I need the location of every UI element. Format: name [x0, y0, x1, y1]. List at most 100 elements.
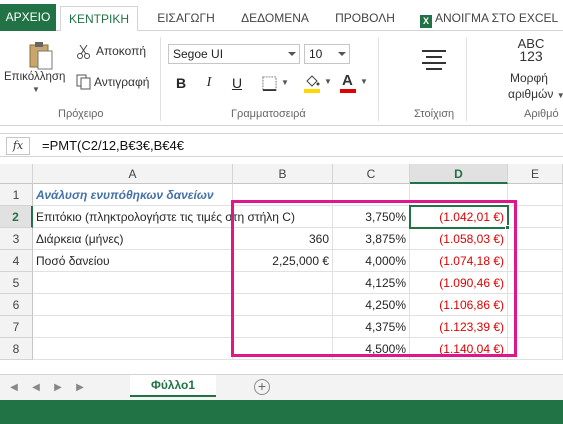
grid-cell[interactable]: [508, 338, 563, 360]
grid-cell[interactable]: [508, 206, 563, 228]
grid-cell[interactable]: [233, 316, 333, 338]
font-name-select[interactable]: Segoe UI: [168, 44, 300, 64]
grid-cell[interactable]: [508, 228, 563, 250]
borders-icon: [262, 76, 277, 91]
grid-cell[interactable]: [233, 294, 333, 316]
cell-c4[interactable]: 4,000%: [333, 250, 410, 272]
column-header-e[interactable]: E: [508, 164, 563, 184]
first-sheet-arrow-icon[interactable]: ◀: [8, 381, 20, 395]
font-group-label: Γραμματοσειρά: [231, 108, 306, 120]
next-sheet-arrow-icon[interactable]: ▶: [52, 381, 64, 395]
cell-c3[interactable]: 3,875%: [333, 228, 410, 250]
column-header-a[interactable]: A: [33, 164, 233, 184]
row-header-5[interactable]: 5: [0, 272, 33, 294]
cut-button[interactable]: Αποκοπή: [76, 43, 150, 61]
tab-home[interactable]: ΚΕΝΤΡΙΚΗ: [60, 6, 138, 32]
fx-icon[interactable]: fx: [6, 137, 30, 155]
copy-icon: [76, 74, 91, 90]
row-header-2[interactable]: 2: [0, 206, 33, 228]
cell-c5[interactable]: 4,125%: [333, 272, 410, 294]
cell-a1[interactable]: Ανάλυση ενυπόθηκων δανείων: [33, 184, 233, 206]
grid-cell[interactable]: [33, 316, 233, 338]
grid-cell[interactable]: [508, 294, 563, 316]
grid-cell[interactable]: [410, 184, 508, 206]
row-header-1[interactable]: 1: [0, 184, 33, 206]
clipboard-group-label: Πρόχειρο: [58, 108, 104, 120]
cell-d5[interactable]: (1.090,46 €): [410, 272, 508, 294]
excel-icon: X: [420, 15, 432, 28]
row-header-3[interactable]: 3: [0, 228, 33, 250]
grid-cell[interactable]: [33, 294, 233, 316]
fill-color-button[interactable]: ▼: [304, 73, 334, 95]
font-size-select[interactable]: 10: [304, 44, 350, 64]
align-center-icon: [422, 50, 446, 70]
grid-cell[interactable]: [508, 272, 563, 294]
cell-a3[interactable]: Διάρκεια (μήνες): [33, 228, 233, 250]
row-header-7[interactable]: 7: [0, 316, 33, 338]
copy-button[interactable]: Αντιγραφή: [76, 73, 156, 91]
number-group-label: Αριθμό: [524, 108, 559, 120]
previous-sheet-arrow-icon[interactable]: ◀: [30, 381, 42, 395]
grid-cell[interactable]: [508, 316, 563, 338]
cell-c6[interactable]: 4,250%: [333, 294, 410, 316]
cell-c8[interactable]: 4,500%: [333, 338, 410, 360]
grid-cell[interactable]: [233, 272, 333, 294]
fill-handle[interactable]: [505, 225, 510, 230]
paste-label: Επικόλληση: [4, 71, 66, 83]
grid-cell[interactable]: [233, 338, 333, 360]
formula-bar: fx =PMT(C2/12,B€3€,B€4€: [0, 133, 563, 157]
tab-file[interactable]: ΑΡΧΕΙΟ: [0, 4, 56, 31]
sheet-tab-active[interactable]: Φύλλο1: [130, 375, 216, 397]
number-format-label-2: αριθμών ▼: [508, 87, 563, 101]
row-header-6[interactable]: 6: [0, 294, 33, 316]
row-header-4[interactable]: 4: [0, 250, 33, 272]
font-name-value: Segoe UI: [173, 47, 224, 61]
underline-button[interactable]: U: [228, 73, 246, 93]
number-format-button[interactable]: ABC 123 Μορφή αριθμών ▼: [500, 35, 563, 105]
cell-b3[interactable]: 360: [233, 228, 333, 250]
ribbon-tab-bar: ΑΡΧΕΙΟ ΚΕΝΤΡΙΚΗ ΕΙΣΑΓΩΓΗ ΔΕΔΟΜΕΝΑ ΠΡΟΒΟΛ…: [0, 0, 563, 32]
column-header-c[interactable]: C: [333, 164, 410, 184]
cut-label: Αποκοπή: [96, 44, 147, 58]
cell-b4[interactable]: 2,25,000 €: [233, 250, 333, 272]
cell-d8[interactable]: (1.140,04 €): [410, 338, 508, 360]
grid-cell[interactable]: [33, 272, 233, 294]
cell-d3[interactable]: (1.058,03 €): [410, 228, 508, 250]
row-header-8[interactable]: 8: [0, 338, 33, 360]
cell-c7[interactable]: 4,375%: [333, 316, 410, 338]
grid-cell[interactable]: [333, 184, 410, 206]
scissors-icon: [77, 44, 90, 59]
grid-cell[interactable]: [508, 250, 563, 272]
italic-button[interactable]: I: [200, 73, 218, 93]
grid-cell[interactable]: [233, 184, 333, 206]
borders-button[interactable]: ▼: [262, 75, 292, 93]
last-sheet-arrow-icon[interactable]: ▶: [74, 381, 86, 395]
cell-d4[interactable]: (1.074,18 €): [410, 250, 508, 272]
paste-button[interactable]: Επικόλληση ▼: [4, 35, 66, 97]
grid-cell[interactable]: [508, 184, 563, 206]
alignment-button[interactable]: [414, 43, 454, 83]
open-in-excel-button[interactable]: X ΑΝΟΙΓΜΑ ΣΤΟ EXCEL: [420, 6, 560, 31]
chevron-down-icon: ▼: [324, 77, 332, 86]
paint-bucket-icon: [306, 75, 320, 87]
tab-insert[interactable]: ΕΙΣΑΓΩΓΗ: [150, 6, 222, 31]
font-color-button[interactable]: A ▼: [340, 72, 370, 95]
bold-button[interactable]: B: [172, 73, 190, 93]
formula-input[interactable]: =PMT(C2/12,B€3€,B€4€: [42, 138, 184, 153]
tab-view[interactable]: ΠΡΟΒΟΛΗ: [330, 6, 400, 31]
column-header-b[interactable]: B: [233, 164, 333, 184]
cell-c2[interactable]: 3,750%: [333, 206, 410, 228]
chevron-down-icon: ▼: [281, 78, 289, 87]
cell-a4[interactable]: Ποσό δανείου: [33, 250, 233, 272]
fill-color-swatch: [304, 89, 320, 93]
column-header-d[interactable]: D: [410, 164, 508, 184]
cell-d7[interactable]: (1.123,39 €): [410, 316, 508, 338]
ribbon: Επικόλληση ▼ Αποκοπή Αντιγραφή Πρόχειρο …: [0, 31, 563, 126]
grid-cell[interactable]: [33, 338, 233, 360]
select-all-corner[interactable]: [0, 164, 33, 184]
cell-a2[interactable]: Επιτόκιο (πληκτρολογήστε τις τιμές στη σ…: [33, 206, 295, 228]
add-sheet-icon[interactable]: +: [254, 379, 270, 395]
tab-data[interactable]: ΔΕΔΟΜΕΝΑ: [236, 6, 314, 31]
cell-d6[interactable]: (1.106,86 €): [410, 294, 508, 316]
cell-d2[interactable]: (1.042,01 €): [410, 206, 508, 228]
